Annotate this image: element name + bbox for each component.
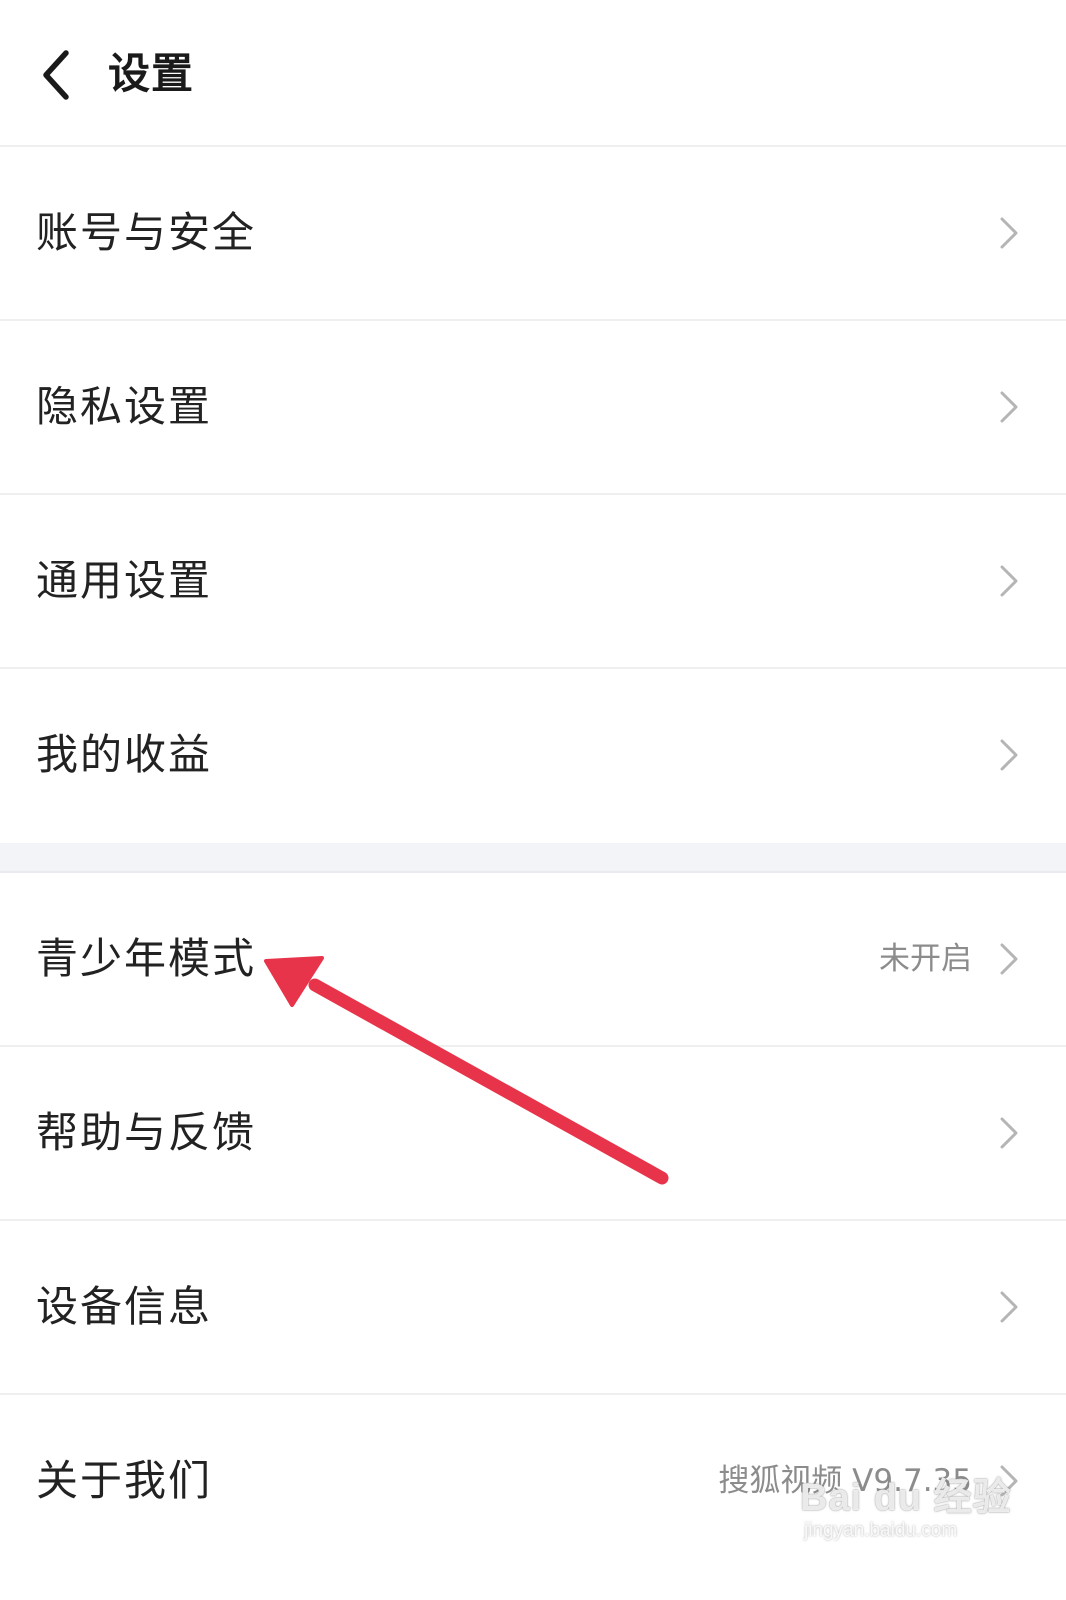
row-about-us[interactable]: 关于我们 搜狐视频 V9.7.35 bbox=[0, 1395, 1066, 1575]
section-divider bbox=[0, 843, 1066, 873]
settings-screen: 设置 账号与安全 隐私设置 通用设置 我的收益 青少年模式 未开启 帮助与反馈 … bbox=[0, 0, 1066, 1600]
chevron-right-icon bbox=[1000, 1465, 1018, 1497]
row-device-info[interactable]: 设备信息 bbox=[0, 1221, 1066, 1395]
row-teen-mode[interactable]: 青少年模式 未开启 bbox=[0, 873, 1066, 1047]
app-version: 搜狐视频 V9.7.35 bbox=[718, 1463, 972, 1499]
chevron-right-icon bbox=[1000, 739, 1018, 771]
row-account-security[interactable]: 账号与安全 bbox=[0, 147, 1066, 321]
top-bar: 设置 bbox=[0, 0, 1066, 147]
chevron-right-icon bbox=[1000, 943, 1018, 975]
chevron-left-icon bbox=[43, 50, 69, 100]
row-privacy-settings[interactable]: 隐私设置 bbox=[0, 321, 1066, 495]
chevron-right-icon bbox=[1000, 565, 1018, 597]
page-title: 设置 bbox=[108, 49, 195, 98]
row-label: 我的收益 bbox=[36, 730, 213, 779]
chevron-right-icon bbox=[1000, 1291, 1018, 1323]
chevron-right-icon bbox=[1000, 217, 1018, 249]
row-label: 关于我们 bbox=[36, 1456, 213, 1505]
row-label: 隐私设置 bbox=[36, 382, 213, 431]
row-label: 通用设置 bbox=[36, 556, 213, 605]
row-my-earnings[interactable]: 我的收益 bbox=[0, 669, 1066, 843]
teen-mode-status: 未开启 bbox=[879, 941, 972, 977]
chevron-right-icon bbox=[1000, 391, 1018, 423]
row-help-feedback[interactable]: 帮助与反馈 bbox=[0, 1047, 1066, 1221]
row-label: 青少年模式 bbox=[36, 934, 257, 983]
row-general-settings[interactable]: 通用设置 bbox=[0, 495, 1066, 669]
back-button[interactable] bbox=[30, 45, 86, 105]
chevron-right-icon bbox=[1000, 1117, 1018, 1149]
row-label: 帮助与反馈 bbox=[36, 1108, 257, 1157]
row-label: 设备信息 bbox=[36, 1282, 213, 1331]
row-label: 账号与安全 bbox=[36, 208, 257, 257]
